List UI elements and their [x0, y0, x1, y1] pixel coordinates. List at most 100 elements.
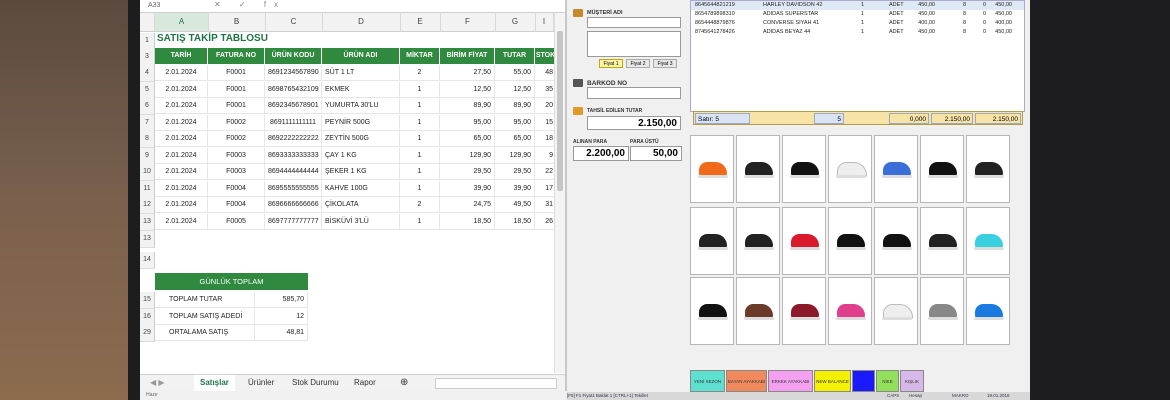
prev-sheet-icon[interactable]: ◀ ▶: [144, 375, 171, 391]
table-cell[interactable]: 2.01.2024: [155, 81, 208, 98]
table-cell[interactable]: 2: [400, 65, 440, 81]
category-button[interactable]: ERKEK AYAKKABI: [768, 370, 813, 392]
table-cell[interactable]: 39,90: [440, 180, 495, 197]
row-header[interactable]: 7: [140, 114, 155, 132]
category-button[interactable]: KIŞLIK: [900, 370, 924, 392]
table-cell[interactable]: F0002: [208, 131, 265, 147]
table-cell[interactable]: 29,50: [495, 164, 535, 180]
table-cell[interactable]: ÇAY 1 KG: [322, 147, 400, 164]
table-cell[interactable]: 65,00: [440, 131, 495, 147]
table-cell[interactable]: 2.01.2024: [155, 131, 208, 147]
table-cell[interactable]: 2.01.2024: [155, 164, 208, 180]
product-tile[interactable]: [966, 207, 1010, 275]
category-button[interactable]: BAYAN AYAKKABI: [726, 370, 767, 392]
column-header[interactable]: E: [400, 13, 441, 31]
row-header[interactable]: 10: [140, 164, 155, 181]
table-cell[interactable]: 18,50: [440, 213, 495, 230]
table-cell[interactable]: 1: [400, 164, 440, 180]
table-cell[interactable]: YUMURTA 30'LU: [322, 98, 400, 114]
table-cell[interactable]: F0001: [208, 81, 265, 98]
table-cell[interactable]: 2.01.2024: [155, 197, 208, 213]
product-tile[interactable]: [874, 135, 918, 203]
table-cell[interactable]: 8694444444444: [265, 164, 322, 180]
column-header[interactable]: D: [322, 13, 401, 31]
tab-stok-durumu[interactable]: Stok Durumu: [286, 375, 345, 391]
row-header[interactable]: 13: [140, 213, 155, 231]
table-cell[interactable]: 39,90: [495, 180, 535, 197]
table-cell[interactable]: 55,00: [495, 65, 535, 81]
table-cell[interactable]: F0002: [208, 114, 265, 131]
table-cell[interactable]: 8693333333333: [265, 147, 322, 164]
table-cell[interactable]: 49,50: [495, 197, 535, 213]
table-cell[interactable]: 129,90: [495, 147, 535, 164]
category-button[interactable]: NİKE: [876, 370, 899, 392]
row-header[interactable]: 6: [140, 98, 155, 115]
product-tile[interactable]: [690, 277, 734, 345]
table-cell[interactable]: 8697777777777: [265, 213, 322, 230]
row-header[interactable]: 3: [140, 49, 155, 66]
tab-urunler[interactable]: Ürünler: [242, 375, 280, 391]
table-cell[interactable]: 65,00: [495, 131, 535, 147]
table-cell[interactable]: 2.01.2024: [155, 65, 208, 81]
product-tile[interactable]: [736, 135, 780, 203]
fx-icons[interactable]: ✕ ✓ fx: [214, 0, 286, 9]
product-tile[interactable]: [920, 135, 964, 203]
sales-row[interactable]: 8654789898310 ADIDAS SUPERSTAR 1 ADET 450,00…: [691, 10, 1024, 19]
name-box[interactable]: A33: [148, 0, 198, 11]
row-header[interactable]: 14: [140, 252, 155, 269]
column-header[interactable]: F: [440, 13, 496, 31]
table-cell[interactable]: 2.01.2024: [155, 114, 208, 131]
product-tile[interactable]: [828, 277, 872, 345]
table-cell[interactable]: KAHVE 100G: [322, 180, 400, 197]
table-cell[interactable]: 29,50: [440, 164, 495, 180]
product-tile[interactable]: [782, 277, 826, 345]
scroll-thumb[interactable]: [557, 31, 563, 191]
table-cell[interactable]: 8695555555555: [265, 180, 322, 197]
table-cell[interactable]: 1: [400, 147, 440, 164]
table-cell[interactable]: 24,75: [440, 197, 495, 213]
product-tile[interactable]: [966, 135, 1010, 203]
daily-value[interactable]: 585,70: [255, 292, 308, 308]
table-cell[interactable]: F0004: [208, 197, 265, 213]
corner-cell[interactable]: [140, 13, 155, 31]
table-cell[interactable]: 12,50: [440, 81, 495, 98]
table-cell[interactable]: 2.01.2024: [155, 180, 208, 197]
product-tile[interactable]: [828, 135, 872, 203]
sales-row[interactable]: 8654448879876 CONVERSE SİYAH 41 1 ADET 400,0…: [691, 19, 1024, 28]
column-header[interactable]: G: [495, 13, 536, 31]
table-cell[interactable]: F0003: [208, 164, 265, 180]
table-cell[interactable]: F0001: [208, 65, 265, 81]
table-cell[interactable]: 2.01.2024: [155, 213, 208, 230]
table-cell[interactable]: 1: [400, 131, 440, 147]
table-cell[interactable]: SÜT 1 LT: [322, 65, 400, 81]
row-header[interactable]: 5: [140, 81, 155, 99]
table-cell[interactable]: 8692345678901: [265, 98, 322, 114]
sales-row[interactable]: 8645644821219 HARLEY DAVIDSON 42 1 ADET 450,…: [691, 1, 1024, 10]
table-cell[interactable]: 89,90: [495, 98, 535, 114]
table-cell[interactable]: 1: [400, 180, 440, 197]
product-tile[interactable]: [736, 277, 780, 345]
row-header[interactable]: 15: [140, 292, 155, 309]
musteri-detail[interactable]: [587, 31, 681, 57]
product-tile[interactable]: [782, 135, 826, 203]
table-cell[interactable]: F0004: [208, 180, 265, 197]
product-tile[interactable]: [690, 135, 734, 203]
row-header[interactable]: 9: [140, 147, 155, 165]
row-header[interactable]: 12: [140, 197, 155, 214]
table-cell[interactable]: 95,00: [495, 114, 535, 131]
row-header[interactable]: 1: [140, 33, 155, 50]
table-cell[interactable]: 89,90: [440, 98, 495, 114]
table-cell[interactable]: ÇİKOLATA: [322, 197, 400, 213]
table-cell[interactable]: BİSKÜVİ 3'LÜ: [322, 213, 400, 230]
table-cell[interactable]: F0005: [208, 213, 265, 230]
product-tile[interactable]: [920, 277, 964, 345]
row-header[interactable]: 13: [140, 231, 155, 248]
table-cell[interactable]: EKMEK: [322, 81, 400, 98]
table-cell[interactable]: 8696666666666: [265, 197, 322, 213]
vertical-scrollbar[interactable]: [554, 13, 565, 373]
category-button[interactable]: NIKE: [852, 370, 875, 392]
tab-rapor[interactable]: Rapor: [348, 375, 382, 391]
column-header[interactable]: B: [208, 13, 266, 31]
table-cell[interactable]: 8698765432109: [265, 81, 322, 98]
table-cell[interactable]: 8692222222222: [265, 131, 322, 147]
